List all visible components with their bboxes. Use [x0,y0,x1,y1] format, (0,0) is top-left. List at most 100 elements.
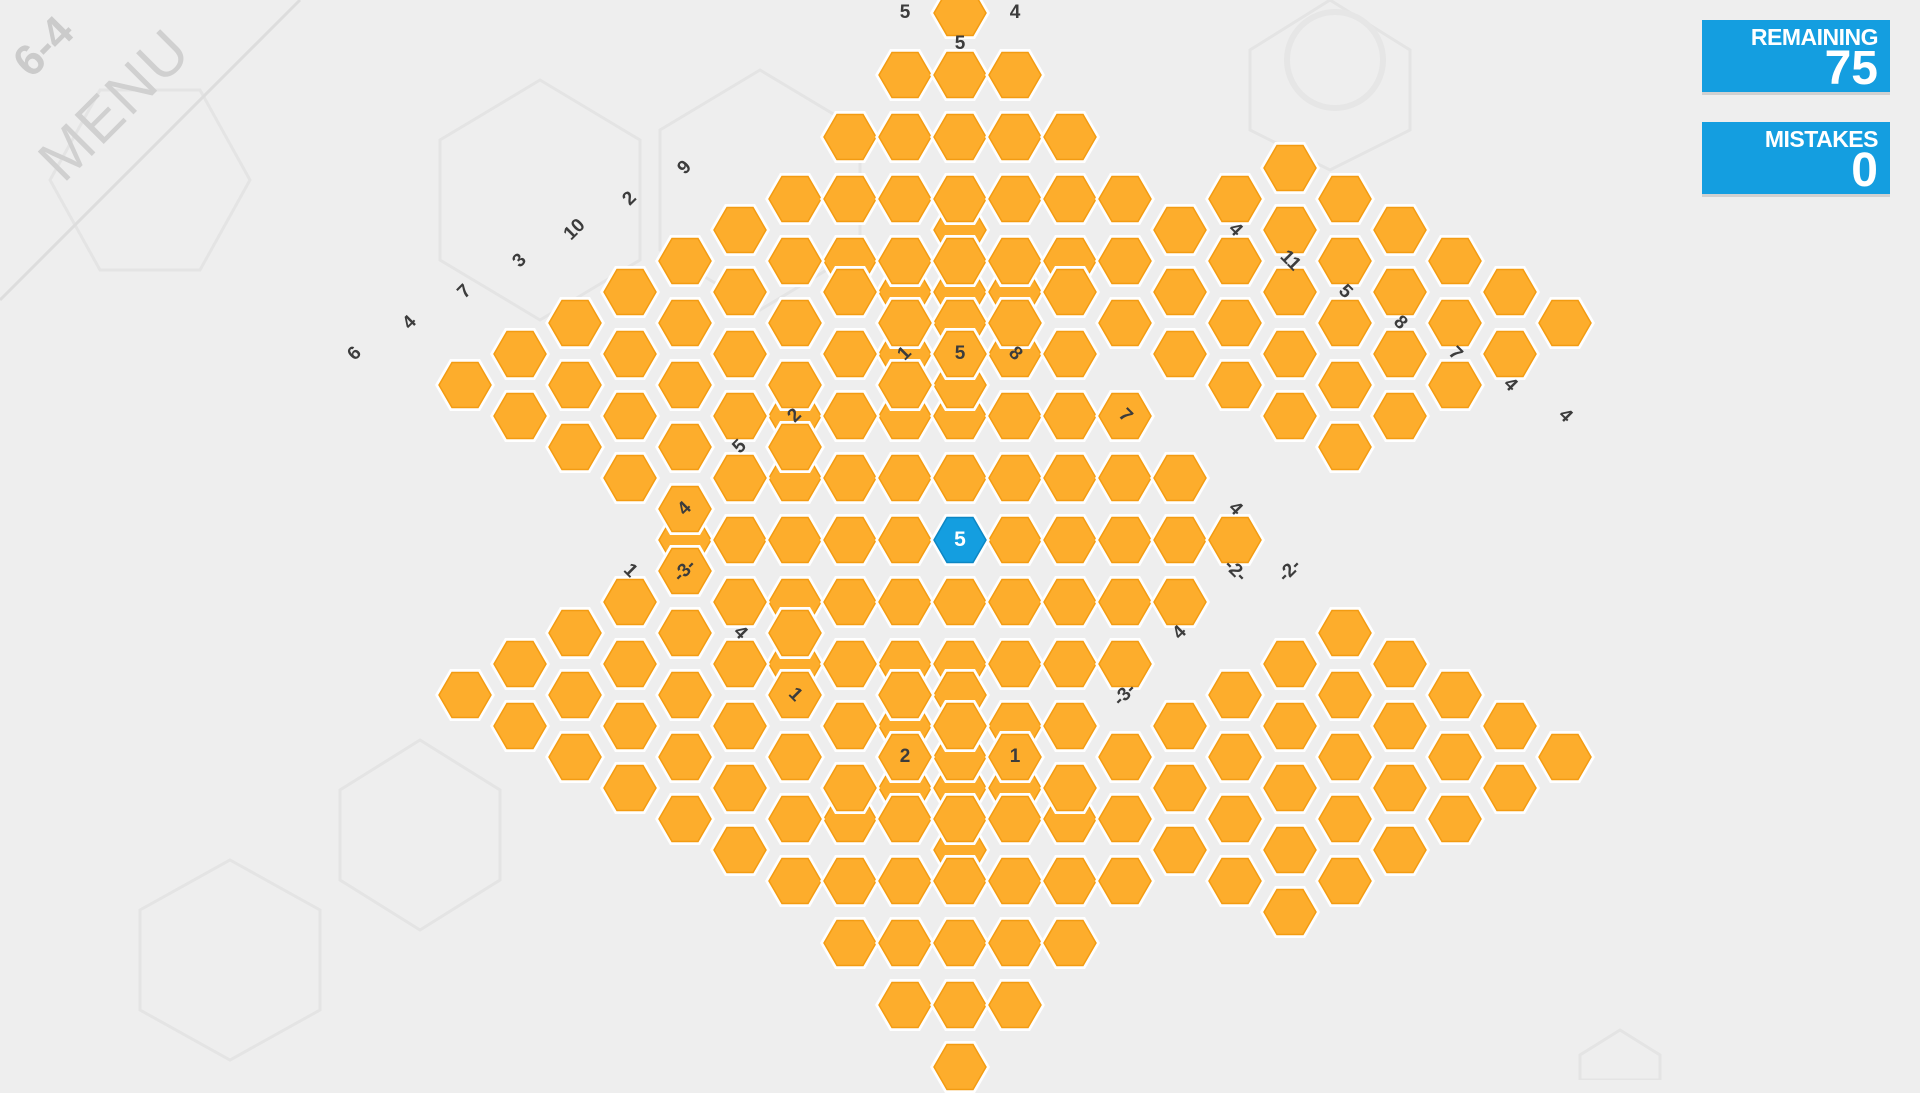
hex-cell[interactable] [1150,204,1210,256]
hex-cell[interactable] [1315,793,1375,845]
hex-cell[interactable] [820,328,880,380]
hex-cell[interactable] [1150,762,1210,814]
hex-cell[interactable] [930,855,990,907]
hex-cell[interactable] [1205,669,1265,721]
hex-cell[interactable] [985,855,1045,907]
hex-cell[interactable] [1315,855,1375,907]
hex-cell[interactable] [1205,793,1265,845]
hex-cell[interactable] [1260,886,1320,938]
hex-cell[interactable] [1150,266,1210,318]
hex-cell[interactable] [875,359,935,411]
hex-cell[interactable] [985,638,1045,690]
hex-cell[interactable] [985,452,1045,504]
hex-cell[interactable] [1315,359,1375,411]
hex-cell[interactable] [1095,576,1155,628]
hex-cell[interactable] [875,917,935,969]
hex-cell[interactable] [1040,917,1100,969]
hex-cell[interactable] [545,297,605,349]
hex-cell[interactable] [875,235,935,287]
hex-cell[interactable] [985,235,1045,287]
hex-cell[interactable] [655,669,715,721]
hex-cell[interactable] [710,266,770,318]
hex-cell[interactable] [875,855,935,907]
hex-cell[interactable] [875,297,935,349]
hex-cell[interactable] [820,917,880,969]
hex-cell[interactable] [765,173,825,225]
hex-cell[interactable] [875,669,935,721]
hex-cell[interactable] [1315,607,1375,659]
hex-cell[interactable] [1425,793,1485,845]
hex-cell[interactable] [545,669,605,721]
hex-cell[interactable] [1260,700,1320,752]
hex-cell[interactable] [930,700,990,752]
hex-cell[interactable] [820,576,880,628]
hex-cell[interactable] [655,793,715,845]
hex-cell[interactable] [985,793,1045,845]
hex-cell[interactable] [875,576,935,628]
hex-cell[interactable] [1095,855,1155,907]
hex-cell[interactable] [1315,235,1375,287]
hex-cell[interactable] [1205,173,1265,225]
hex-cell[interactable] [820,390,880,442]
hex-cell[interactable] [765,514,825,566]
hex-cell[interactable] [600,266,660,318]
hex-cell[interactable] [765,793,825,845]
hex-cell[interactable] [1205,235,1265,287]
hex-cell[interactable] [1095,173,1155,225]
hex-cell[interactable] [820,638,880,690]
hex-cell[interactable] [875,452,935,504]
hex-cell[interactable] [765,235,825,287]
hex-cell[interactable] [1480,762,1540,814]
hex-cell[interactable] [1535,297,1595,349]
hex-cell[interactable] [1040,576,1100,628]
hex-cell[interactable] [1150,576,1210,628]
hex-cell[interactable] [1040,638,1100,690]
hex-cell[interactable] [985,917,1045,969]
hex-cell[interactable] [1370,204,1430,256]
hex-cell[interactable] [985,49,1045,101]
hex-cell[interactable] [1040,855,1100,907]
hex-cell[interactable] [1205,359,1265,411]
hex-cell[interactable] [1315,669,1375,721]
hex-cell[interactable] [490,390,550,442]
hex-cell[interactable] [875,514,935,566]
hex-cell[interactable] [655,731,715,783]
hex-cell[interactable] [435,359,495,411]
hex-cell[interactable] [545,731,605,783]
hex-cell[interactable] [710,824,770,876]
hex-cell[interactable] [765,855,825,907]
hex-cell[interactable] [600,700,660,752]
hex-cell[interactable] [1425,297,1485,349]
hex-cell[interactable] [600,762,660,814]
hex-cell[interactable] [545,421,605,473]
hex-cell[interactable] [1095,514,1155,566]
hex-cell[interactable] [1370,700,1430,752]
hex-cell[interactable] [820,762,880,814]
hex-cell[interactable] [875,173,935,225]
hex-cell[interactable] [1370,390,1430,442]
hex-cell[interactable] [710,638,770,690]
hex-cell[interactable] [820,111,880,163]
hex-cell[interactable] [1040,514,1100,566]
hex-cell[interactable] [930,173,990,225]
hex-cell[interactable] [1370,638,1430,690]
hex-cell[interactable] [545,607,605,659]
hex-cell[interactable] [820,855,880,907]
hex-cell[interactable] [710,452,770,504]
hex-cell[interactable] [1095,793,1155,845]
hex-cell[interactable] [1315,421,1375,473]
hex-cell[interactable] [820,514,880,566]
hex-cell[interactable] [1150,328,1210,380]
hex-cell[interactable] [600,638,660,690]
hex-cell[interactable] [1425,731,1485,783]
hex-cell[interactable] [1260,638,1320,690]
hex-cell[interactable] [655,359,715,411]
hex-cell[interactable] [985,111,1045,163]
hex-cell[interactable] [710,328,770,380]
hex-cell[interactable] [1040,452,1100,504]
hex-cell[interactable] [930,452,990,504]
hex-cell[interactable] [765,421,825,473]
hex-cell[interactable] [1150,824,1210,876]
hex-cell[interactable] [985,576,1045,628]
hex-cell[interactable] [600,390,660,442]
